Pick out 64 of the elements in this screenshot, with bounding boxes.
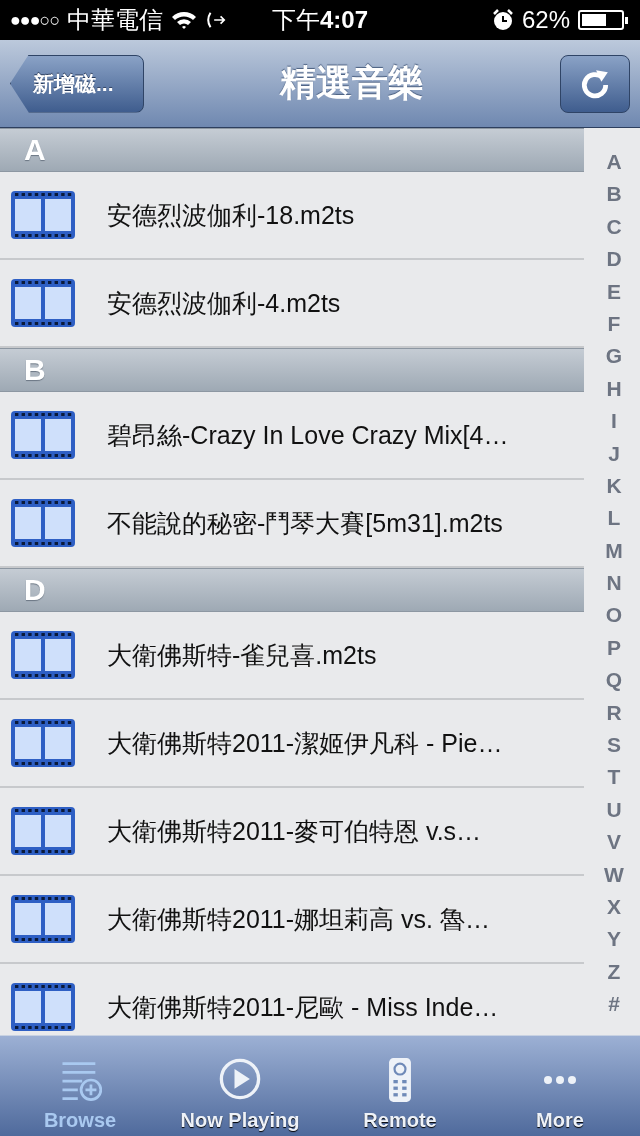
film-icon: [11, 983, 75, 1031]
index-letter[interactable]: T: [607, 761, 621, 794]
index-letter[interactable]: L: [607, 502, 621, 535]
signal-strength: ●●●○○: [10, 9, 60, 31]
index-letter[interactable]: U: [606, 793, 622, 827]
refresh-button[interactable]: [560, 54, 630, 113]
file-name: 大衛佛斯特-雀兒喜.m2ts: [107, 639, 377, 671]
index-letter[interactable]: A: [606, 146, 622, 179]
file-name: 大衛佛斯特2011-麥可伯特恩 v.s…: [107, 815, 482, 847]
film-icon: [11, 631, 75, 679]
section-header: B: [0, 348, 584, 392]
index-letter[interactable]: K: [606, 469, 622, 503]
screen-title: 精選音樂: [280, 61, 424, 105]
refresh-icon: [579, 67, 611, 100]
index-letter[interactable]: N: [606, 567, 622, 600]
index-letter[interactable]: Y: [607, 923, 621, 956]
carrier-name: 中華電信: [67, 5, 164, 35]
index-letter[interactable]: V: [607, 826, 621, 859]
index-letter[interactable]: M: [605, 534, 623, 568]
index-letter[interactable]: R: [606, 696, 622, 730]
film-icon: [11, 499, 75, 547]
index-letter[interactable]: C: [606, 210, 622, 244]
index-letter[interactable]: E: [607, 275, 621, 308]
index-letter[interactable]: D: [606, 243, 622, 276]
file-name: 安德烈波伽利-18.m2ts: [107, 199, 355, 231]
index-letter[interactable]: G: [605, 340, 623, 373]
film-icon: [11, 411, 75, 459]
file-name: 大衛佛斯特2011-尼歐 - Miss Inde…: [107, 991, 499, 1023]
film-icon: [11, 895, 75, 943]
index-letter[interactable]: J: [608, 437, 620, 470]
tab-button[interactable]: Remote: [320, 1036, 480, 1136]
index-letter[interactable]: F: [607, 307, 621, 341]
index-letter[interactable]: #: [608, 988, 620, 1021]
wifi-icon: [171, 10, 198, 30]
back-button[interactable]: 新增磁...: [10, 54, 144, 113]
file-name: 碧昂絲-Crazy In Love Crazy Mix[4…: [107, 419, 509, 451]
film-icon: [11, 191, 75, 239]
more-icon: [544, 1076, 576, 1084]
call-forward-icon: [205, 10, 228, 30]
file-name: 大衛佛斯特2011-娜坦莉高 vs. 魯…: [107, 903, 490, 935]
index-letter[interactable]: B: [606, 178, 622, 211]
index-letter[interactable]: H: [606, 372, 622, 406]
section-header: D: [0, 568, 584, 612]
index-letter[interactable]: X: [607, 891, 621, 924]
tab-button[interactable]: Browse: [0, 1036, 160, 1136]
index-letter[interactable]: P: [607, 631, 621, 665]
index-letter[interactable]: Z: [607, 955, 621, 989]
clock-time: 下午4:07: [271, 5, 368, 35]
file-name: 不能說的秘密-鬥琴大賽[5m31].m2ts: [107, 507, 503, 539]
index-letter[interactable]: I: [611, 405, 617, 438]
index-letter[interactable]: O: [605, 599, 623, 632]
film-icon: [11, 807, 75, 855]
battery-percentage: 62%: [521, 6, 570, 34]
index-letter[interactable]: S: [607, 729, 621, 762]
index-letter[interactable]: W: [604, 858, 624, 891]
file-name: 大衛佛斯特2011-潔姬伊凡科 - Pie…: [107, 727, 503, 759]
film-icon: [11, 719, 75, 767]
section-header: A: [0, 128, 584, 172]
tab-button[interactable]: Now Playing: [160, 1036, 320, 1136]
alarm-clock-icon: [491, 9, 514, 31]
index-letter[interactable]: Q: [605, 664, 623, 697]
film-icon: [11, 279, 75, 327]
tab-button[interactable]: More: [480, 1036, 640, 1136]
file-name: 安德烈波伽利-4.m2ts: [107, 287, 341, 319]
